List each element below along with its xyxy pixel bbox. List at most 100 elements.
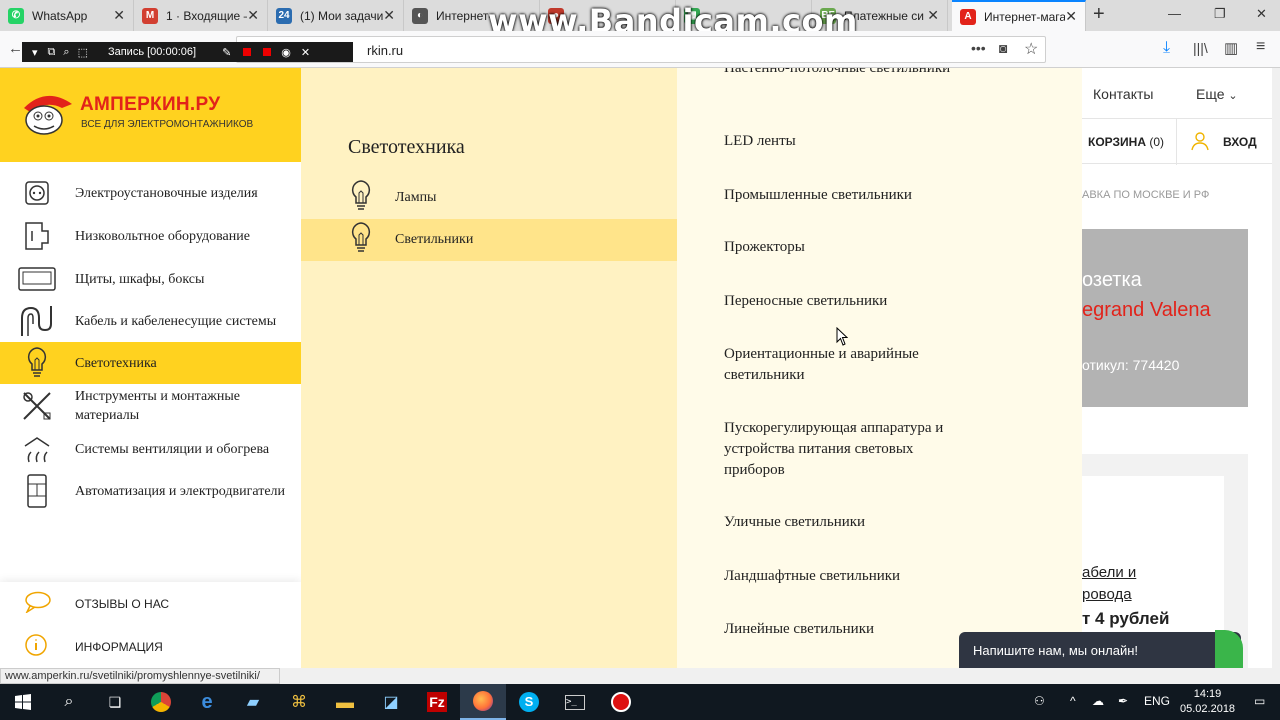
list-item-ballast[interactable]: Пускорегулирующая аппаратура и устройств… xyxy=(724,418,974,481)
nav-more-label: Еще xyxy=(1196,86,1225,102)
recorder-toolbar: ▾ ⧉ ⌕ ⬚ Запись [00:00:06] ✎ ◉ ✕ xyxy=(22,42,353,62)
notepad-button[interactable]: ▰ xyxy=(230,684,276,720)
explorer-button[interactable]: ▬ xyxy=(322,684,368,720)
recorder-window-icon[interactable]: ⧉ xyxy=(48,46,56,59)
edge-button[interactable]: e xyxy=(184,684,230,720)
window-close-icon[interactable]: ✕ xyxy=(1256,6,1267,22)
list-item-industrial[interactable]: Промышленные светильники xyxy=(724,185,974,206)
back-icon[interactable]: ← xyxy=(8,40,23,57)
firefox-button[interactable] xyxy=(460,684,506,720)
camera-icon[interactable]: ◉ xyxy=(281,46,291,59)
url-text: rkin.ru xyxy=(367,43,404,58)
cabinet-icon xyxy=(18,260,56,298)
download-icon[interactable]: ⤓ xyxy=(1163,39,1170,57)
luminaire-list-panel: Настенно-потолочные светильники LED лент… xyxy=(677,68,1082,668)
list-item-wall-ceiling[interactable]: Настенно-потолочные светильники xyxy=(724,68,974,79)
close-icon[interactable]: ✕ xyxy=(113,7,125,24)
tab-gmail[interactable]: M 1 · Входящие — ✕ xyxy=(134,0,268,31)
word-button[interactable]: ◪ xyxy=(368,684,414,720)
library-icon[interactable]: |||\ xyxy=(1193,40,1208,56)
list-item-street[interactable]: Уличные светильники xyxy=(724,512,974,533)
language-indicator[interactable]: ENG xyxy=(1144,694,1170,708)
list-item-landscape[interactable]: Ландшафтные светильники xyxy=(724,566,974,587)
stop-icon[interactable] xyxy=(243,48,252,56)
mouse-cursor-icon xyxy=(836,327,848,346)
vertical-scrollbar[interactable] xyxy=(1272,68,1280,668)
category-item-electrical[interactable]: Электроустановочные изделия xyxy=(0,172,301,214)
edge-icon: e xyxy=(201,690,213,713)
pocket-icon[interactable]: ◙ xyxy=(999,40,1007,56)
list-item-emergency[interactable]: Ориентационные и аварийные светильники xyxy=(724,344,974,386)
minimize-icon[interactable]: — xyxy=(1168,6,1181,21)
bandicam-button[interactable] xyxy=(598,684,644,720)
windows-icon xyxy=(15,694,31,710)
tab-amperkin[interactable]: A Интернет-мага ✕ xyxy=(952,0,1086,31)
close-icon[interactable]: ✕ xyxy=(383,7,395,24)
user-icon[interactable] xyxy=(1190,131,1210,156)
category-item-cabinets[interactable]: Щиты, шкафы, боксы xyxy=(0,258,301,300)
people-icon[interactable]: ⚇ xyxy=(1034,694,1045,708)
cart-button[interactable]: КОРЗИНА (0) xyxy=(1088,135,1164,149)
category-item-cable[interactable]: Кабель и кабеленесущие системы xyxy=(0,300,301,342)
cloud-icon[interactable]: ☁ xyxy=(1092,694,1104,708)
sidebar-icon[interactable]: ▥ xyxy=(1224,39,1238,57)
notification-icon[interactable]: ▭ xyxy=(1254,694,1265,708)
restore-icon[interactable]: ❐ xyxy=(1214,6,1226,22)
list-item-linear[interactable]: Линейные светильники xyxy=(724,619,974,640)
close-icon[interactable]: ✕ xyxy=(1065,8,1077,25)
skype-button[interactable]: S xyxy=(506,684,552,720)
login-button[interactable]: ВХОД xyxy=(1223,135,1257,149)
mail-icon: M xyxy=(142,7,158,24)
bookmark-star-icon[interactable]: ☆ xyxy=(1024,39,1038,59)
menu-icon[interactable]: ≡ xyxy=(1256,38,1265,56)
windows-taskbar: ⌕ ❏ e ▰ ⌘ ▬ ◪ Fz S >_ ⚇ ^ ☁ ✒ ENG 14:19 … xyxy=(0,684,1280,720)
filezilla-button[interactable]: Fz xyxy=(414,684,460,720)
info-link[interactable]: ИНФОРМАЦИЯ xyxy=(0,625,301,668)
list-item-floodlights[interactable]: Прожекторы xyxy=(724,237,974,258)
record-stop-icon[interactable] xyxy=(263,48,272,56)
list-item-portable[interactable]: Переносные светильники xyxy=(724,291,974,312)
recorder-menu-icon[interactable]: ▾ xyxy=(32,46,38,59)
chrome-button[interactable] xyxy=(138,684,184,720)
network-app-button[interactable]: ⌘ xyxy=(276,684,322,720)
page-actions-icon[interactable]: ••• xyxy=(971,40,986,56)
chat-label: Напишите нам, мы онлайн! xyxy=(973,643,1139,658)
submenu-title: Светотехника xyxy=(348,136,465,158)
close-icon[interactable]: ✕ xyxy=(247,7,259,24)
category-item-tools[interactable]: Инструменты и монтажные материалы xyxy=(0,384,301,428)
search-button[interactable]: ⌕ xyxy=(46,684,92,720)
nav-more[interactable]: Еще ⌄ xyxy=(1196,86,1238,102)
bitrix-icon: 24 xyxy=(276,7,292,24)
whatsapp-icon: ✆ xyxy=(8,7,24,24)
category-item-automation[interactable]: Автоматизация и электродвигатели xyxy=(0,470,301,512)
recorder-zoom-icon[interactable]: ⌕ xyxy=(63,46,69,59)
list-item-led-strips[interactable]: LED ленты xyxy=(724,131,974,152)
globe-icon: ◐ xyxy=(412,7,428,24)
terminal-button[interactable]: >_ xyxy=(552,684,598,720)
category-item-lowvoltage[interactable]: Низковольтное оборудование xyxy=(0,214,301,258)
category-item-lighting[interactable]: Светотехника xyxy=(0,342,301,384)
submenu-item-lamps[interactable]: Лампы xyxy=(301,177,677,219)
address-bar[interactable]: rkin.ru ••• ◙ ☆ xyxy=(236,36,1046,63)
tray-chevron-icon[interactable]: ^ xyxy=(1070,694,1076,708)
recorder-region-icon[interactable]: ⬚ xyxy=(78,46,88,59)
new-tab-icon[interactable]: + xyxy=(1093,3,1105,26)
task-view-button[interactable]: ❏ xyxy=(92,684,138,720)
pen-icon[interactable]: ✒ xyxy=(1118,694,1128,708)
close-icon[interactable]: ✕ xyxy=(927,7,939,24)
promo-banner[interactable]: озетка egrand Valena отикул: 774420 xyxy=(1082,229,1248,407)
submenu-item-luminaires[interactable]: Светильники xyxy=(301,219,677,261)
pencil-icon[interactable]: ✎ xyxy=(222,46,231,59)
start-button[interactable] xyxy=(0,684,46,720)
tab-tasks[interactable]: 24 (1) Мои задачи ✕ xyxy=(268,0,404,31)
firefox-icon xyxy=(473,691,493,711)
recorder-close-icon[interactable]: ✕ xyxy=(301,46,310,59)
system-clock[interactable]: 14:19 05.02.2018 xyxy=(1180,687,1235,717)
category-label: Инструменты и монтажные материалы xyxy=(75,389,240,423)
chat-widget[interactable]: Напишите нам, мы онлайн! xyxy=(959,630,1243,668)
category-item-ventilation[interactable]: Системы вентиляции и обогрева xyxy=(0,428,301,470)
tab-whatsapp[interactable]: ✆ WhatsApp ✕ xyxy=(0,0,134,31)
site-logo[interactable]: АМПЕРКИН.РУ ВСЕ ДЛЯ ЭЛЕКТРОМОНТАЖНИКОВ xyxy=(0,68,301,162)
reviews-link[interactable]: ОТЗЫВЫ О НАС xyxy=(0,582,301,625)
nav-contacts[interactable]: Контакты xyxy=(1093,86,1153,102)
